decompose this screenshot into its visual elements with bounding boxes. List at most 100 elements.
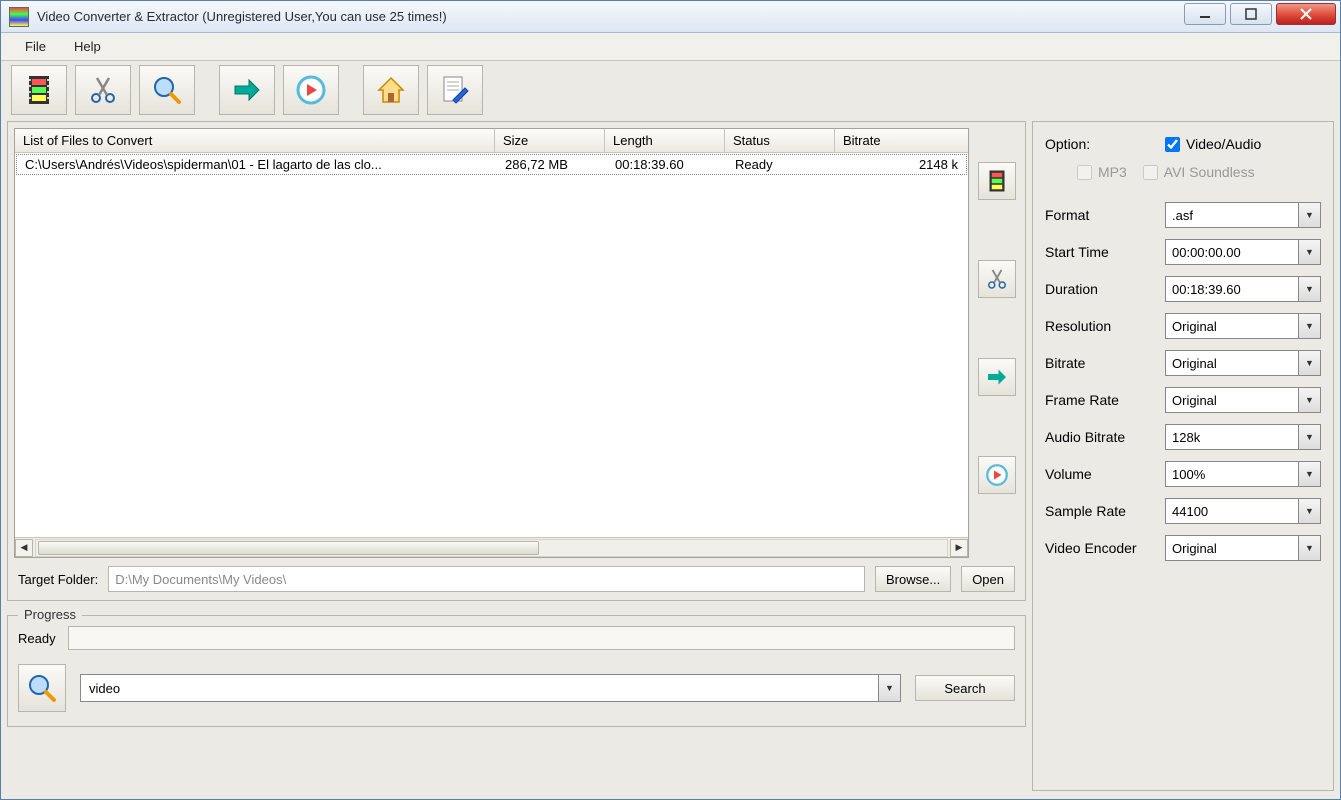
home-button[interactable] xyxy=(363,65,419,115)
window-title: Video Converter & Extractor (Unregistere… xyxy=(37,9,447,24)
search-combo[interactable]: ▼ xyxy=(80,674,901,702)
mp3-checkbox[interactable]: MP3 xyxy=(1077,164,1127,180)
cell-status: Ready xyxy=(727,155,837,174)
audio-bitrate-label: Audio Bitrate xyxy=(1045,429,1165,445)
col-status[interactable]: Status xyxy=(725,129,835,152)
bitrate-label: Bitrate xyxy=(1045,355,1165,371)
table-row[interactable]: C:\Users\Andrés\Videos\spiderman\01 - El… xyxy=(16,154,967,175)
frame-rate-label: Frame Rate xyxy=(1045,392,1165,408)
volume-select[interactable]: 100%▼ xyxy=(1165,461,1321,487)
side-buttons xyxy=(975,128,1019,558)
col-size[interactable]: Size xyxy=(495,129,605,152)
chevron-down-icon[interactable]: ▼ xyxy=(1298,388,1320,412)
search-button[interactable]: Search xyxy=(915,675,1015,701)
browse-button[interactable]: Browse... xyxy=(875,566,951,592)
video-audio-check-input[interactable] xyxy=(1165,137,1180,152)
progress-legend: Progress xyxy=(18,607,82,622)
cell-bitrate: 2148 k xyxy=(837,155,966,174)
side-convert-button[interactable] xyxy=(978,358,1016,396)
menu-help[interactable]: Help xyxy=(60,35,115,58)
app-window: Video Converter & Extractor (Unregistere… xyxy=(0,0,1341,800)
maximize-icon xyxy=(1245,8,1257,20)
chevron-down-icon[interactable]: ▼ xyxy=(1298,277,1320,301)
chevron-down-icon[interactable]: ▼ xyxy=(1298,203,1320,227)
target-row: Target Folder: Browse... Open xyxy=(14,558,1019,594)
target-folder-input[interactable] xyxy=(108,566,865,592)
duration-label: Duration xyxy=(1045,281,1165,297)
open-button[interactable]: Open xyxy=(961,566,1015,592)
scissors-icon xyxy=(87,74,119,106)
close-icon xyxy=(1299,7,1313,21)
col-length[interactable]: Length xyxy=(605,129,725,152)
format-label: Format xyxy=(1045,207,1165,223)
start-time-select[interactable]: 00:00:00.00▼ xyxy=(1165,239,1321,265)
video-audio-label: Video/Audio xyxy=(1186,136,1261,152)
sample-rate-label: Sample Rate xyxy=(1045,503,1165,519)
bitrate-select[interactable]: Original▼ xyxy=(1165,350,1321,376)
search-icon-button[interactable] xyxy=(18,664,66,712)
chevron-down-icon[interactable]: ▼ xyxy=(1298,240,1320,264)
avi-soundless-check-input xyxy=(1143,165,1158,180)
arrow-right-icon xyxy=(985,365,1009,389)
horizontal-scrollbar[interactable]: ◀ ▶ xyxy=(15,537,968,557)
film-icon xyxy=(23,74,55,106)
chevron-down-icon[interactable]: ▼ xyxy=(1298,314,1320,338)
cell-length: 00:18:39.60 xyxy=(607,155,727,174)
cell-size: 286,72 MB xyxy=(497,155,607,174)
chevron-down-icon[interactable]: ▼ xyxy=(1298,536,1320,560)
option-label: Option: xyxy=(1045,136,1165,152)
format-select[interactable]: .asf▼ xyxy=(1165,202,1321,228)
chevron-down-icon[interactable]: ▼ xyxy=(1298,499,1320,523)
file-list[interactable]: List of Files to Convert Size Length Sta… xyxy=(14,128,969,558)
play-circle-icon xyxy=(985,463,1009,487)
edit-button[interactable] xyxy=(427,65,483,115)
scroll-track[interactable] xyxy=(35,539,948,557)
chevron-down-icon[interactable]: ▼ xyxy=(1298,462,1320,486)
side-add-file-button[interactable] xyxy=(978,162,1016,200)
side-play-button[interactable] xyxy=(978,456,1016,494)
avi-soundless-checkbox[interactable]: AVI Soundless xyxy=(1143,164,1255,180)
menu-file[interactable]: File xyxy=(11,35,60,58)
convert-button[interactable] xyxy=(219,65,275,115)
maximize-button[interactable] xyxy=(1230,3,1272,25)
add-file-button[interactable] xyxy=(11,65,67,115)
mp3-label: MP3 xyxy=(1098,164,1127,180)
video-encoder-select[interactable]: Original▼ xyxy=(1165,535,1321,561)
search-button[interactable] xyxy=(139,65,195,115)
scroll-thumb[interactable] xyxy=(38,541,539,555)
resolution-select[interactable]: Original▼ xyxy=(1165,313,1321,339)
sample-rate-select[interactable]: 44100▼ xyxy=(1165,498,1321,524)
duration-select[interactable]: 00:18:39.60▼ xyxy=(1165,276,1321,302)
mp3-check-input xyxy=(1077,165,1092,180)
play-circle-icon xyxy=(295,74,327,106)
options-panel: Option: Video/Audio MP3 AVI Soundless Fo… xyxy=(1032,121,1334,791)
volume-label: Volume xyxy=(1045,466,1165,482)
video-encoder-label: Video Encoder xyxy=(1045,540,1165,556)
chevron-down-icon[interactable]: ▼ xyxy=(1298,351,1320,375)
document-edit-icon xyxy=(439,74,471,106)
scroll-right-icon[interactable]: ▶ xyxy=(950,539,968,557)
magnifier-icon xyxy=(151,74,183,106)
side-cut-button[interactable] xyxy=(978,260,1016,298)
play-button[interactable] xyxy=(283,65,339,115)
col-bitrate[interactable]: Bitrate xyxy=(835,129,968,152)
audio-bitrate-select[interactable]: 128k▼ xyxy=(1165,424,1321,450)
cut-button[interactable] xyxy=(75,65,131,115)
search-input[interactable] xyxy=(81,675,878,701)
file-panel: List of Files to Convert Size Length Sta… xyxy=(7,121,1026,601)
target-folder-label: Target Folder: xyxy=(18,572,98,587)
scissors-icon xyxy=(985,267,1009,291)
minimize-button[interactable] xyxy=(1184,3,1226,25)
progress-panel: Progress Ready ▼ Search xyxy=(7,615,1026,727)
app-icon xyxy=(9,7,29,27)
video-audio-checkbox[interactable]: Video/Audio xyxy=(1165,136,1261,152)
file-list-header: List of Files to Convert Size Length Sta… xyxy=(15,129,968,153)
toolbar xyxy=(1,61,1340,119)
chevron-down-icon[interactable]: ▼ xyxy=(1298,425,1320,449)
close-button[interactable] xyxy=(1276,3,1336,25)
scroll-left-icon[interactable]: ◀ xyxy=(15,539,33,557)
chevron-down-icon[interactable]: ▼ xyxy=(878,675,900,701)
col-file[interactable]: List of Files to Convert xyxy=(15,129,495,152)
cell-file: C:\Users\Andrés\Videos\spiderman\01 - El… xyxy=(17,155,497,174)
frame-rate-select[interactable]: Original▼ xyxy=(1165,387,1321,413)
